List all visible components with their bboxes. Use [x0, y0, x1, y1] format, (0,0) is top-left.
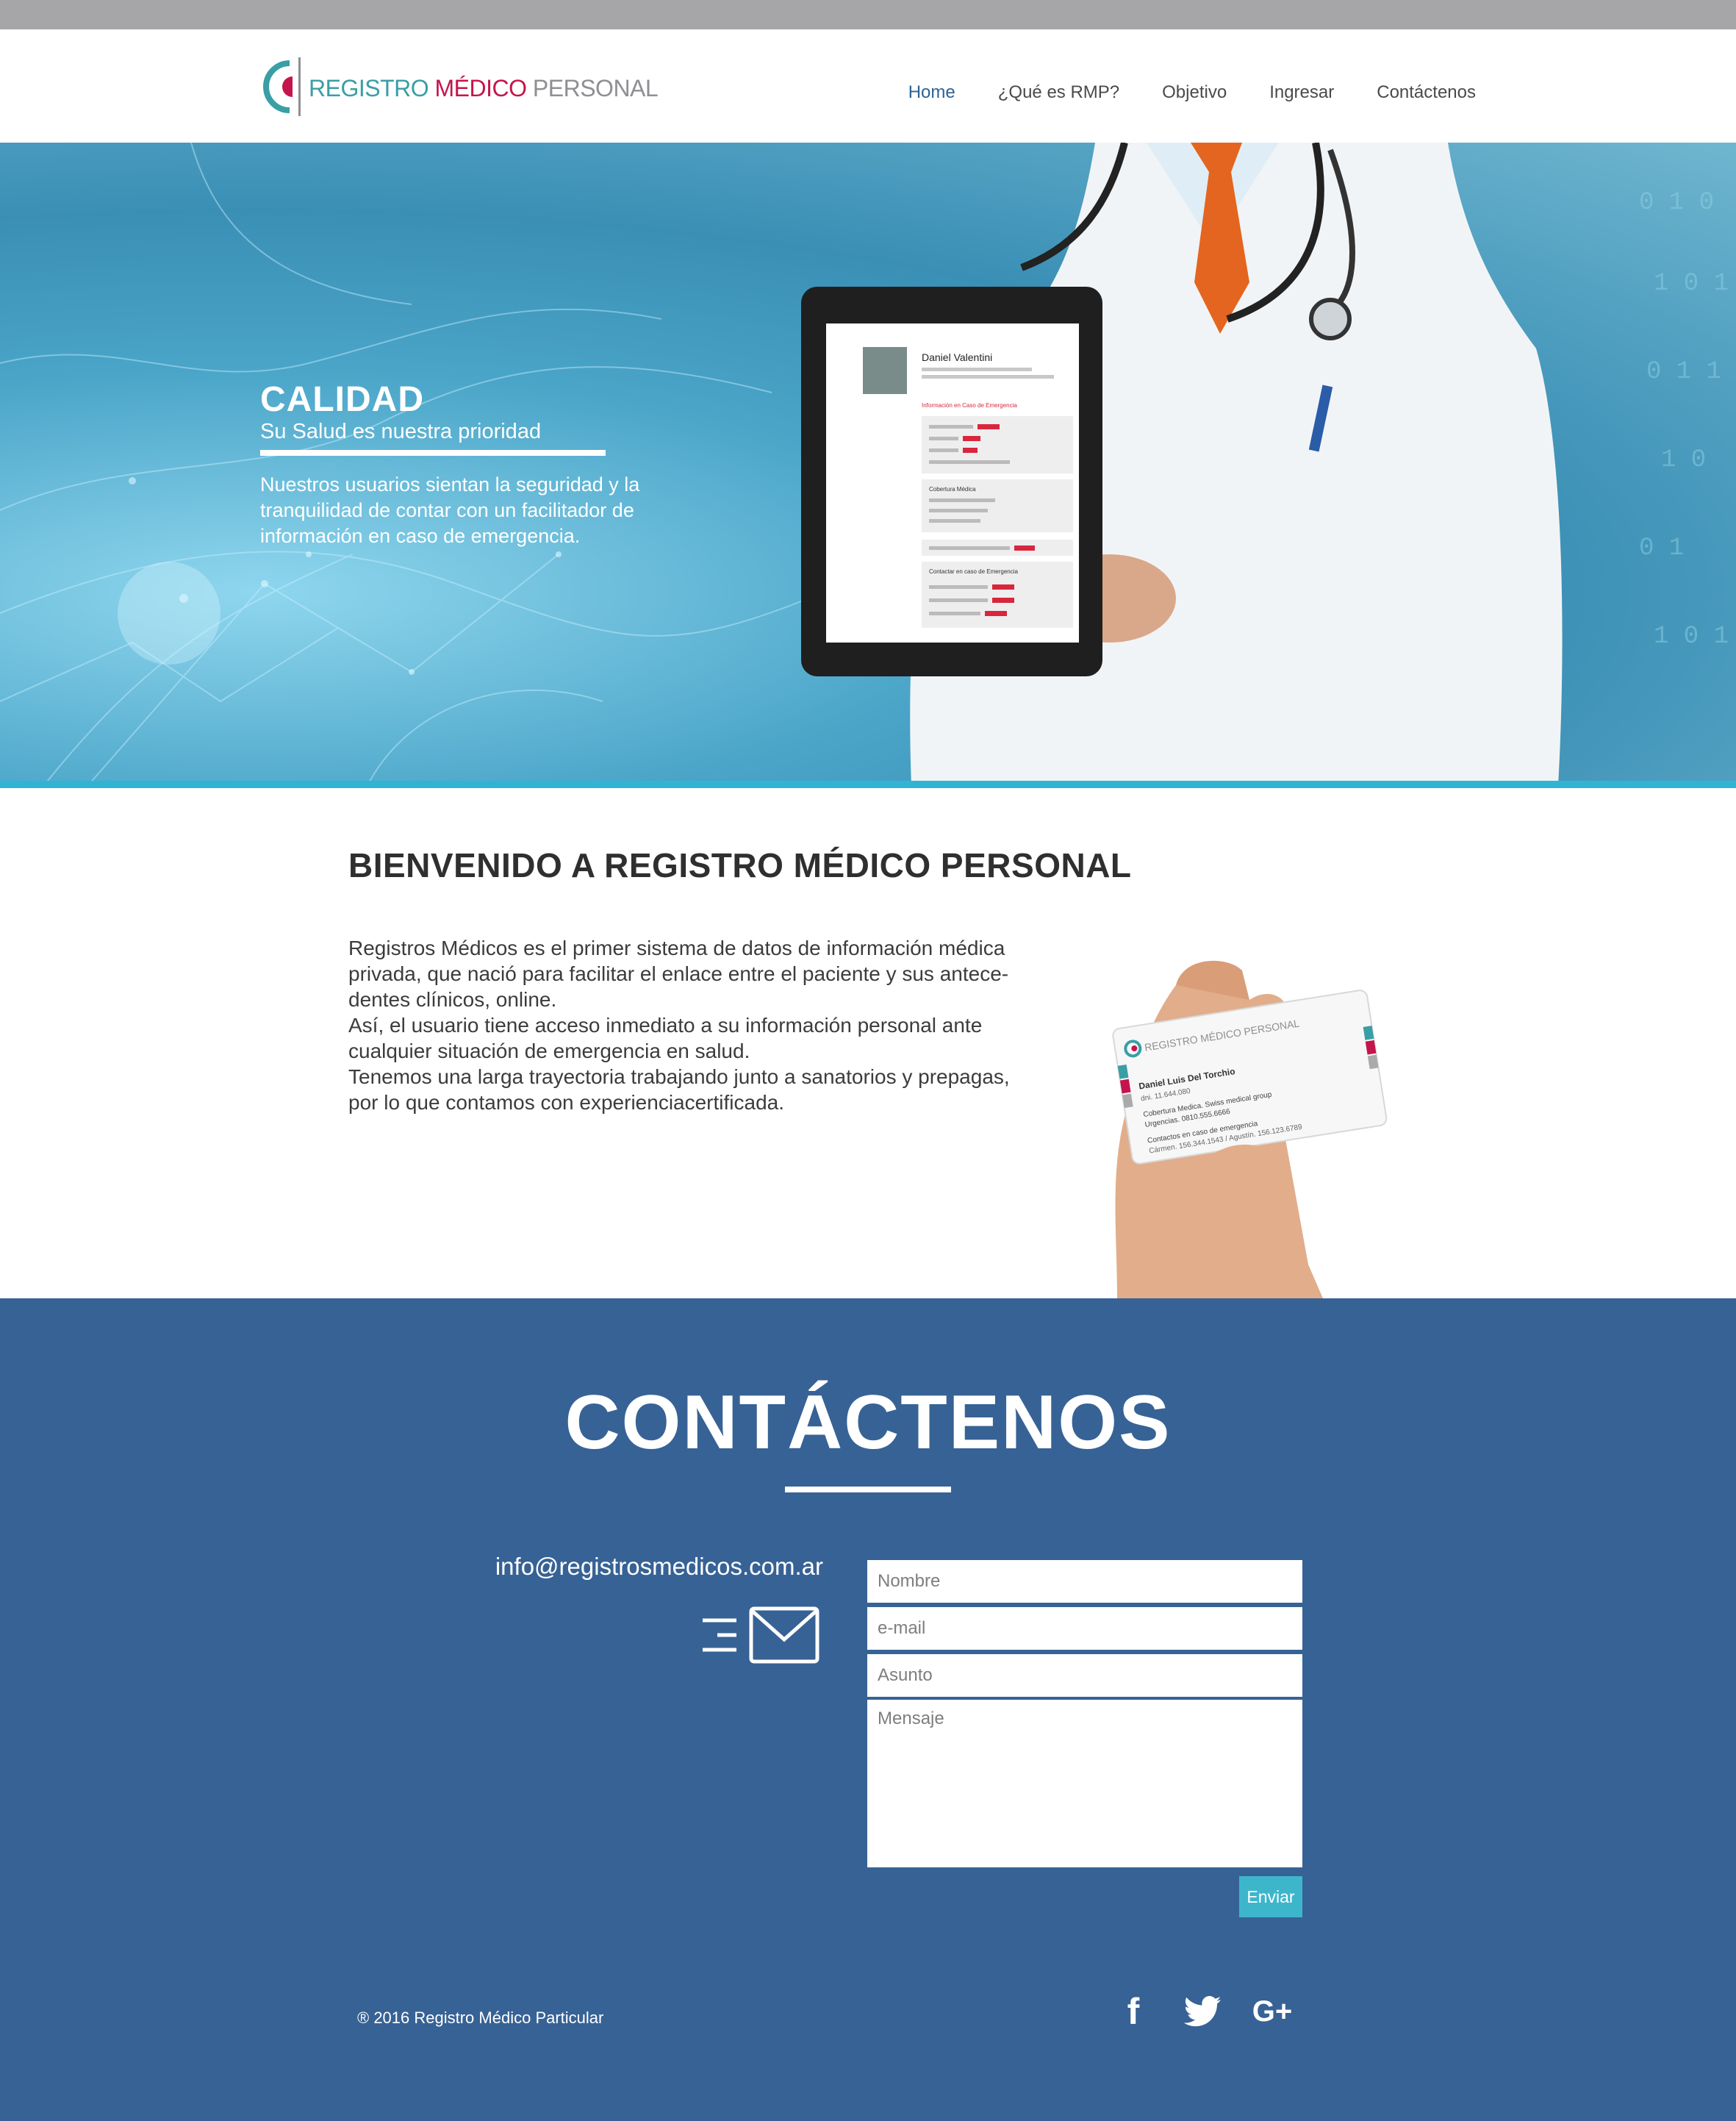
- contact-section: CONTÁCTENOS info@registrosmedicos.com.ar…: [0, 1298, 1736, 2121]
- send-button[interactable]: Enviar: [1239, 1876, 1302, 1917]
- doctor-with-tablet-illustration: Daniel Valentini Información en Caso de …: [801, 143, 1563, 785]
- logo-text: REGISTRO MÉDICO PERSONAL: [309, 75, 659, 102]
- svg-text:0 1: 0 1: [1639, 534, 1684, 562]
- hero-text-block: CALIDAD Su Salud es nuestra prioridad Nu…: [260, 379, 672, 549]
- welcome-paragraph: Tenemos una larga trayectoria trabajando…: [348, 1065, 1010, 1114]
- welcome-title: BIENVENIDO A REGISTRO MÉDICO PERSONAL: [348, 846, 1132, 884]
- hand-holding-card-illustration: REGISTRO MÉDICO PERSONAL Daniel Luis Del…: [1112, 960, 1388, 1298]
- google-plus-icon[interactable]: G+: [1249, 1992, 1295, 2031]
- svg-text:0 1 1: 0 1 1: [1646, 358, 1721, 386]
- top-strip: [0, 0, 1736, 29]
- hero-description: Nuestros usuarios sientan la seguridad y…: [260, 473, 640, 547]
- name-field[interactable]: [867, 1560, 1302, 1603]
- logo[interactable]: REGISTRO MÉDICO PERSONAL: [260, 50, 659, 124]
- hero-bottom-accent: [0, 781, 1736, 788]
- subject-field[interactable]: [867, 1654, 1302, 1697]
- main-nav: Home ¿Qué es RMP? Objetivo Ingresar Cont…: [866, 82, 1476, 103]
- svg-text:0 1 0: 0 1 0: [1639, 189, 1714, 217]
- tablet-coverage-heading: Cobertura Médica: [929, 486, 976, 493]
- tablet-contacts-heading: Contactar en caso de Emergencia: [929, 568, 1019, 575]
- hero-divider: [260, 450, 606, 456]
- hero-subtitle: Su Salud es nuestra prioridad: [260, 420, 542, 443]
- nav-que-es-rmp[interactable]: ¿Qué es RMP?: [998, 82, 1119, 103]
- welcome-body: Registros Médicos es el primer sistema d…: [348, 935, 1010, 1115]
- nav-contactenos[interactable]: Contáctenos: [1377, 82, 1476, 103]
- nav-objetivo[interactable]: Objetivo: [1162, 82, 1227, 103]
- logo-text-medico: MÉDICO: [434, 75, 528, 101]
- email-field[interactable]: [867, 1607, 1302, 1650]
- svg-text:1 0: 1 0: [1661, 446, 1706, 474]
- message-field[interactable]: [867, 1700, 1302, 1867]
- mail-icon: [703, 1606, 819, 1664]
- svg-text:1 0 1: 1 0 1: [1654, 623, 1729, 651]
- logo-text-registro: REGISTRO: [309, 75, 429, 101]
- nav-ingresar[interactable]: Ingresar: [1269, 82, 1334, 103]
- contact-title: CONTÁCTENOS: [564, 1380, 1172, 1465]
- site-header: REGISTRO MÉDICO PERSONAL Home ¿Qué es RM…: [0, 29, 1736, 143]
- welcome-paragraph: Registros Médicos es el primer sistema d…: [348, 937, 1009, 1011]
- logo-mark-icon: [263, 57, 301, 116]
- hero-title: CALIDAD: [260, 380, 424, 419]
- logo-text-personal: PERSONAL: [532, 75, 659, 101]
- svg-text:1 0 1: 1 0 1: [1654, 270, 1729, 298]
- tablet-emergency-heading: Información en Caso de Emergencia: [922, 402, 1017, 409]
- contact-email-link[interactable]: info@registrosmedicos.com.ar: [495, 1553, 823, 1581]
- twitter-icon[interactable]: [1180, 1992, 1224, 2031]
- hero-banner: 0 1 0 1 0 1 0 1 1 1 0 0 1 1 0 1 Daniel Vale…: [0, 143, 1736, 785]
- copyright-text: ® 2016 Registro Médico Particular: [357, 2009, 604, 2027]
- contact-divider: [785, 1487, 951, 1492]
- welcome-paragraph: Así, el usuario tiene acceso inmediato a…: [348, 1014, 983, 1062]
- facebook-icon[interactable]: f: [1117, 1991, 1149, 2032]
- tablet-name: Daniel Valentini: [922, 351, 992, 363]
- nav-home[interactable]: Home: [908, 82, 955, 103]
